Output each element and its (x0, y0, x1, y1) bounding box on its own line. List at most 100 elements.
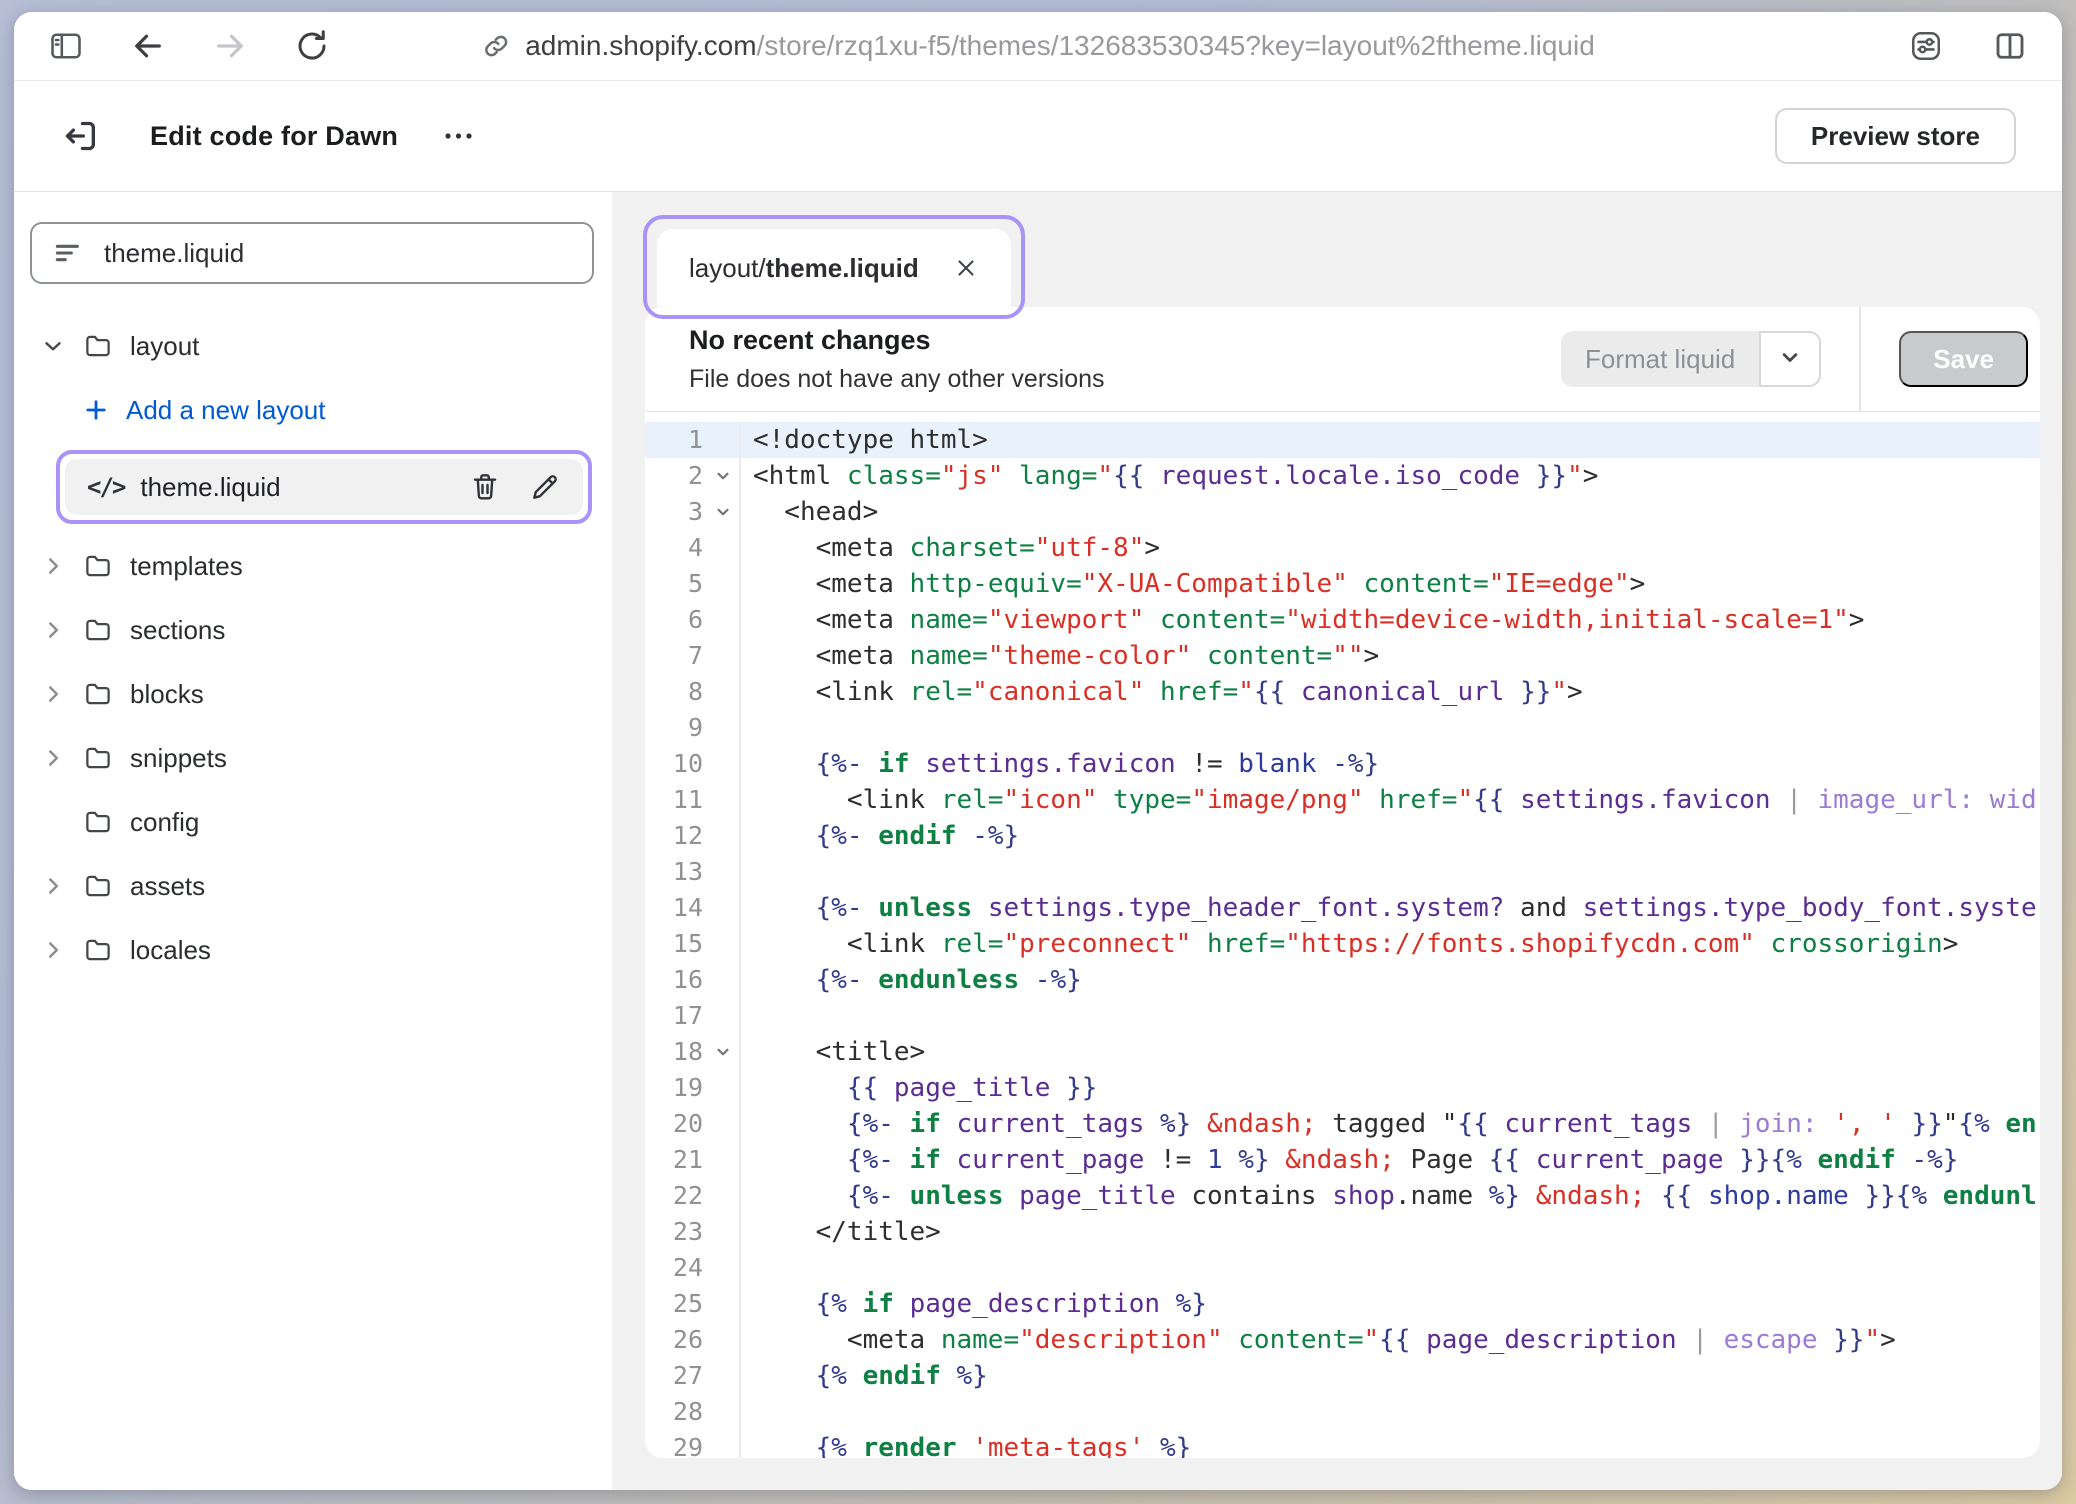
file-label: theme.liquid (140, 472, 280, 503)
code-text: <!doctype html> (741, 422, 988, 458)
split-view-icon[interactable] (1992, 28, 2028, 64)
tab-theme-liquid[interactable]: layout/theme.liquid (657, 229, 1011, 307)
code-text (741, 998, 753, 1034)
file-search[interactable] (30, 222, 594, 284)
code-line: 25 {% if page_description %} (645, 1286, 2040, 1322)
filter-icon (52, 237, 84, 269)
code-text: {%- unless settings.type_header_font.sys… (741, 890, 2037, 926)
code-line: 5 <meta http-equiv="X-UA-Compatible" con… (645, 566, 2040, 602)
code-line: 16 {%- endunless -%} (645, 962, 2040, 998)
line-number: 1 (645, 422, 741, 458)
code-text (741, 854, 753, 890)
browser-window: admin.shopify.com/store/rzq1xu-f5/themes… (14, 12, 2062, 1490)
sidebar-item-config[interactable]: config (30, 798, 594, 846)
sidebar-item-locales[interactable]: locales (30, 926, 594, 974)
back-icon[interactable] (130, 28, 166, 64)
code-text: </title> (741, 1214, 941, 1250)
header-divider (1859, 307, 1861, 411)
url-bar[interactable]: admin.shopify.com/store/rzq1xu-f5/themes… (481, 30, 1595, 62)
sidebar-item-add-a-new-layout[interactable]: Add a new layout (30, 386, 594, 434)
fold-chevron-icon[interactable] (714, 467, 732, 485)
chevron-right-icon[interactable] (36, 745, 70, 771)
sidebar-item-snippets[interactable]: snippets (30, 734, 594, 782)
status-subtitle: File does not have any other versions (689, 365, 1105, 394)
trash-icon[interactable] (469, 471, 501, 503)
code-text: {% endif %} (741, 1358, 988, 1394)
code-line: 13 (645, 854, 2040, 890)
code-line: 26 <meta name="description" content="{{ … (645, 1322, 2040, 1358)
code-line: 15 <link rel="preconnect" href="https://… (645, 926, 2040, 962)
line-number: 5 (645, 566, 741, 602)
code-text: <meta http-equiv="X-UA-Compatible" conte… (741, 566, 1645, 602)
code-text: <html class="js" lang="{{ request.locale… (741, 458, 1598, 494)
fold-chevron-icon[interactable] (714, 503, 732, 521)
code-text: {%- endif -%} (741, 818, 1019, 854)
chevron-right-icon[interactable] (36, 937, 70, 963)
fold-chevron-icon[interactable] (714, 1043, 732, 1061)
pencil-icon[interactable] (529, 471, 561, 503)
code-line: 12 {%- endif -%} (645, 818, 2040, 854)
forward-icon[interactable] (212, 28, 248, 64)
chevron-right-icon[interactable] (36, 873, 70, 899)
code-text (741, 1394, 753, 1430)
chevron-down-icon[interactable] (36, 333, 70, 359)
code-editor-pane: layout/theme.liquid No recent changes Fi… (612, 192, 2062, 1490)
format-liquid-label[interactable]: Format liquid (1561, 331, 1759, 387)
code-text: {%- if settings.favicon != blank -%} (741, 746, 1379, 782)
line-number: 11 (645, 782, 741, 818)
save-button[interactable]: Save (1899, 331, 2028, 387)
item-label: assets (130, 871, 205, 902)
sidebar-item-assets[interactable]: assets (30, 862, 594, 910)
format-liquid-button[interactable]: Format liquid (1561, 331, 1821, 387)
line-number: 12 (645, 818, 741, 854)
code-line: 9 (645, 710, 2040, 746)
code-text: <meta name="description" content="{{ pag… (741, 1322, 1896, 1358)
url-host: admin.shopify.com (525, 30, 756, 61)
sidebar-item-layout[interactable]: layout (30, 322, 594, 370)
sidebar-item-theme-liquid[interactable]: </>theme.liquid (65, 459, 583, 515)
line-number: 3 (645, 494, 741, 530)
overflow-menu-icon[interactable] (442, 127, 476, 145)
line-number: 22 (645, 1178, 741, 1214)
search-input[interactable] (102, 237, 572, 270)
code-text: <meta name="viewport" content="width=dev… (741, 602, 1864, 638)
app-header: Edit code for Dawn Preview store (14, 81, 2062, 192)
sidebar-item-blocks[interactable]: blocks (30, 670, 594, 718)
code-line: 17 (645, 998, 2040, 1034)
chevron-right-icon[interactable] (36, 681, 70, 707)
exit-icon[interactable] (60, 116, 100, 156)
code-line: 11 <link rel="icon" type="image/png" hre… (645, 782, 2040, 818)
item-label: Add a new layout (126, 395, 325, 426)
sidebar-toggle-icon[interactable] (48, 28, 84, 64)
code-text: <link rel="canonical" href="{{ canonical… (741, 674, 1583, 710)
preview-store-button[interactable]: Preview store (1775, 108, 2016, 164)
folder-icon (82, 807, 114, 837)
code-text: <link rel="preconnect" href="https://fon… (741, 926, 1958, 962)
page-settings-icon[interactable] (1908, 28, 1944, 64)
folder-icon (82, 935, 114, 965)
code-line: 27 {% endif %} (645, 1358, 2040, 1394)
code-text: {%- endunless -%} (741, 962, 1082, 998)
item-label: config (130, 807, 199, 838)
main-area: layout Add a new layout </>theme.liquid tem… (14, 192, 2062, 1490)
code-line: 24 (645, 1250, 2040, 1286)
line-number: 28 (645, 1394, 741, 1430)
format-dropdown-button[interactable] (1759, 331, 1821, 387)
chevron-right-icon[interactable] (36, 617, 70, 643)
line-number: 18 (645, 1034, 741, 1070)
code-line: 29 {% render 'meta-tags' %} (645, 1430, 2040, 1458)
nav-group (48, 28, 330, 64)
code-editor[interactable]: 1<!doctype html>2<html class="js" lang="… (645, 412, 2040, 1458)
line-number: 7 (645, 638, 741, 674)
close-icon[interactable] (953, 255, 979, 281)
code-text: {%- if current_page != 1 %} &ndash; Page… (741, 1142, 1958, 1178)
window-controls (1908, 28, 2028, 64)
line-number: 16 (645, 962, 741, 998)
reload-icon[interactable] (294, 28, 330, 64)
editor-panel-header: No recent changes File does not have any… (645, 307, 2040, 412)
chevron-right-icon[interactable] (36, 553, 70, 579)
sidebar-item-templates[interactable]: templates (30, 542, 594, 590)
code-line: 19 {{ page_title }} (645, 1070, 2040, 1106)
sidebar-item-sections[interactable]: sections (30, 606, 594, 654)
code-line: 10 {%- if settings.favicon != blank -%} (645, 746, 2040, 782)
